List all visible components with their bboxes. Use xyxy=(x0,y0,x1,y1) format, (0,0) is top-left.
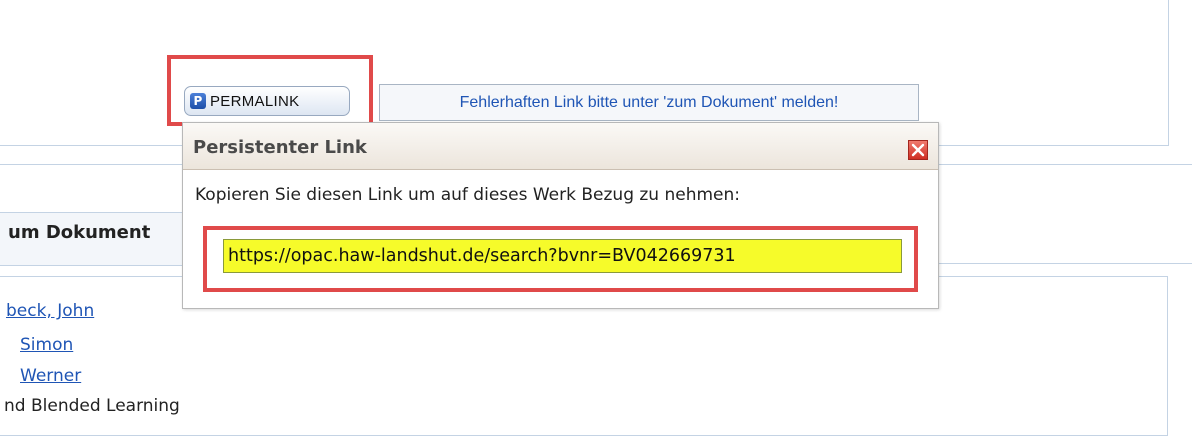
close-button[interactable] xyxy=(908,140,928,160)
tab-label: um Dokument xyxy=(8,222,151,243)
annotation-box-permalink xyxy=(167,55,373,126)
divider-left xyxy=(0,164,182,165)
popup-header: Persistenter Link xyxy=(183,123,938,170)
close-icon xyxy=(911,143,925,157)
author-link-3[interactable]: Werner xyxy=(20,366,81,386)
author-link-2[interactable]: Simon xyxy=(20,335,73,355)
popup-description: Kopieren Sie diesen Link um auf dieses W… xyxy=(195,185,741,205)
title-text: nd Blended Learning xyxy=(4,396,180,416)
author-link-1[interactable]: beck, John xyxy=(6,301,94,321)
divider-right xyxy=(939,164,1192,165)
divider-right-2 xyxy=(939,263,1192,264)
report-link-button[interactable]: Fehlerhaften Link bitte unter 'zum Dokum… xyxy=(379,84,919,121)
annotation-box-url xyxy=(203,226,918,292)
popup-title: Persistenter Link xyxy=(193,137,367,158)
